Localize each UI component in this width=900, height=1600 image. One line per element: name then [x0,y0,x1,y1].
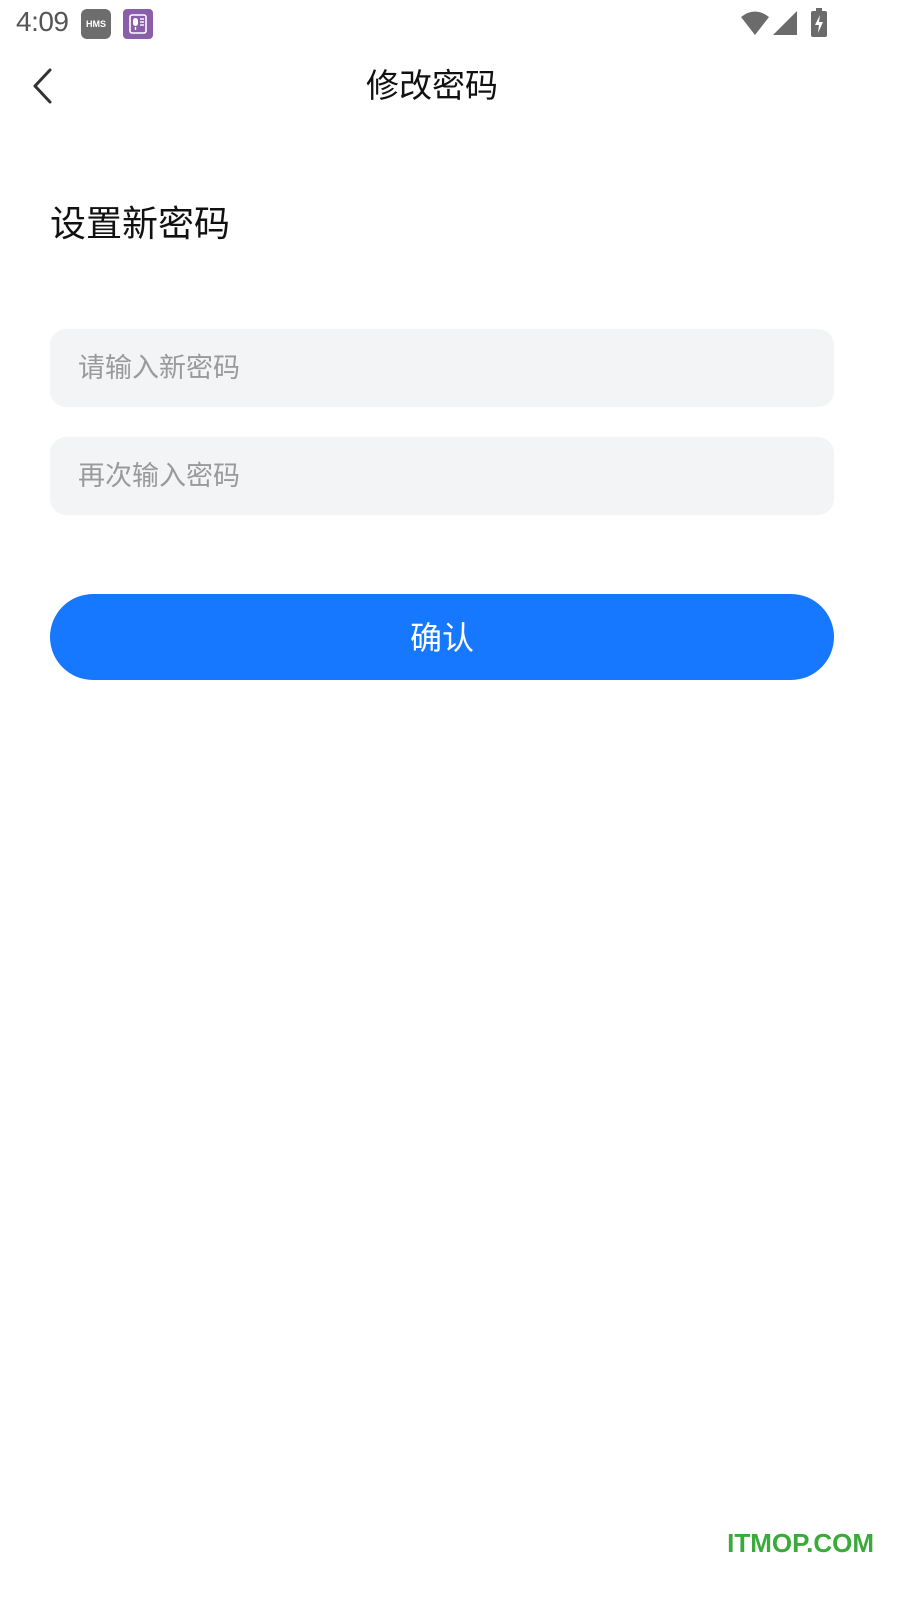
page-title: 修改密码 [366,66,498,105]
chevron-left-icon [33,68,52,104]
confirm-password-field [50,437,834,515]
back-button[interactable] [24,64,64,108]
section-heading: 设置新密码 [50,204,231,245]
hms-icon: HMS [81,9,111,39]
new-password-input[interactable] [50,329,834,407]
status-time: 4:09 [16,6,69,37]
wifi-icon [740,10,770,40]
change-password-screen: 4:09 HMS 修改密码 设置新密码 确认 ITMOP.COM [0,0,900,1600]
watermark: ITMOP.COM [727,1528,874,1558]
signal-icon [772,10,798,40]
confirm-password-input[interactable] [50,437,834,515]
confirm-button[interactable]: 确认 [50,594,834,680]
new-password-field [50,329,834,407]
voice-recorder-icon [123,9,153,39]
nav-header: 修改密码 [0,50,900,122]
status-bar: 4:09 HMS [0,0,900,48]
battery-charging-icon [810,8,828,42]
